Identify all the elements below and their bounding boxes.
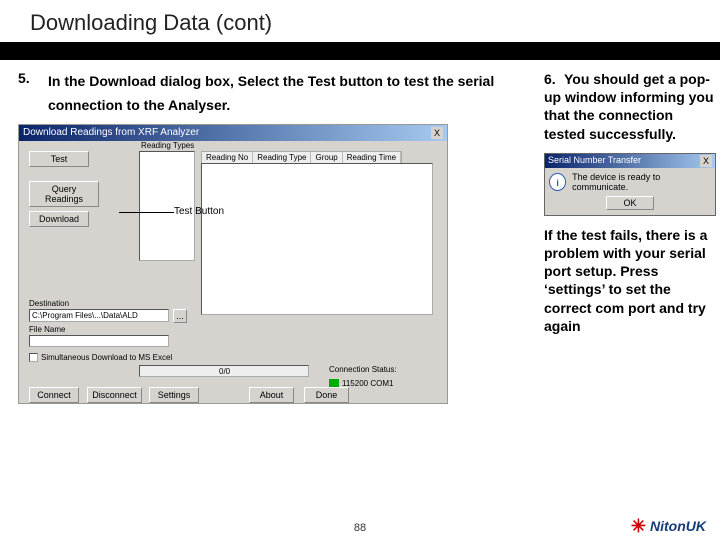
logo-mark-icon: ✳: [631, 519, 646, 533]
checkbox-icon: [29, 353, 38, 362]
fail-text-block: If the test fails, there is a problem wi…: [544, 226, 716, 335]
dialog-close-icon[interactable]: X: [431, 127, 443, 139]
done-button[interactable]: Done: [304, 387, 349, 403]
success-popup-screenshot: Serial Number Transfer X i The device is…: [544, 153, 716, 216]
connect-button[interactable]: Connect: [29, 387, 79, 403]
content-area: 5. In the Download dialog box, Select th…: [0, 70, 720, 404]
step-6-text: You should get a pop-up window informing…: [544, 71, 714, 142]
col-reading-time: Reading Time: [343, 152, 401, 163]
step-6-number: 6.: [544, 70, 564, 88]
popup-ok-button[interactable]: OK: [606, 196, 653, 210]
brand-name: NitonUK: [650, 518, 706, 534]
step-5-number: 5.: [18, 70, 48, 118]
reading-types-label: Reading Types: [141, 141, 194, 150]
popup-body: i The device is ready to communicate.: [545, 168, 715, 196]
excel-checkbox-label: Simultaneous Download to MS Excel: [41, 353, 172, 362]
col-reading-no: Reading No: [202, 152, 253, 163]
step-5: 5. In the Download dialog box, Select th…: [18, 70, 538, 118]
connection-status-label: Connection Status:: [329, 365, 397, 374]
slide-title: Downloading Data (cont): [0, 0, 720, 42]
excel-checkbox[interactable]: Simultaneous Download to MS Excel: [29, 353, 172, 362]
destination-label: Destination: [29, 299, 69, 308]
browse-button[interactable]: ...: [173, 309, 187, 323]
dialog-body: Test Query Readings Download Reading Typ…: [19, 141, 447, 403]
popup-message: The device is ready to communicate.: [572, 172, 711, 192]
settings-button[interactable]: Settings: [149, 387, 199, 403]
col-group: Group: [311, 152, 342, 163]
about-button[interactable]: About: [249, 387, 294, 403]
file-name-field[interactable]: [29, 335, 169, 347]
info-icon: i: [549, 173, 566, 191]
test-button[interactable]: Test: [29, 151, 89, 167]
popup-titlebar: Serial Number Transfer X: [545, 154, 715, 168]
dialog-title: Download Readings from XRF Analyzer: [23, 127, 199, 139]
download-dialog-screenshot: Download Readings from XRF Analyzer X Te…: [18, 124, 448, 404]
popup-close-icon[interactable]: X: [700, 155, 712, 167]
right-column: 6.You should get a pop-up window informi…: [538, 70, 716, 404]
fail-text: If the test fails, there is a problem wi…: [544, 227, 707, 334]
left-column: 5. In the Download dialog box, Select th…: [18, 70, 538, 404]
title-divider: [0, 42, 720, 60]
download-button[interactable]: Download: [29, 211, 89, 227]
results-grid[interactable]: [201, 163, 433, 315]
file-name-label: File Name: [29, 325, 65, 334]
popup-title: Serial Number Transfer: [548, 155, 641, 167]
step-5-text: In the Download dialog box, Select the T…: [48, 70, 538, 118]
brand-logo: ✳ NitonUK: [631, 518, 706, 534]
dialog-titlebar: Download Readings from XRF Analyzer X: [19, 125, 447, 141]
col-reading-type: Reading Type: [253, 152, 311, 163]
step-6-block: 6.You should get a pop-up window informi…: [544, 70, 716, 143]
query-readings-button[interactable]: Query Readings: [29, 181, 99, 207]
disconnect-button[interactable]: Disconnect: [87, 387, 142, 403]
progress-text: 0/0: [219, 367, 230, 376]
popup-buttons: OK: [545, 196, 715, 215]
page-number: 88: [0, 522, 720, 534]
destination-field[interactable]: C:\Program Files\...\Data\ALD: [29, 309, 169, 322]
test-button-callout: Test Button: [174, 206, 224, 217]
